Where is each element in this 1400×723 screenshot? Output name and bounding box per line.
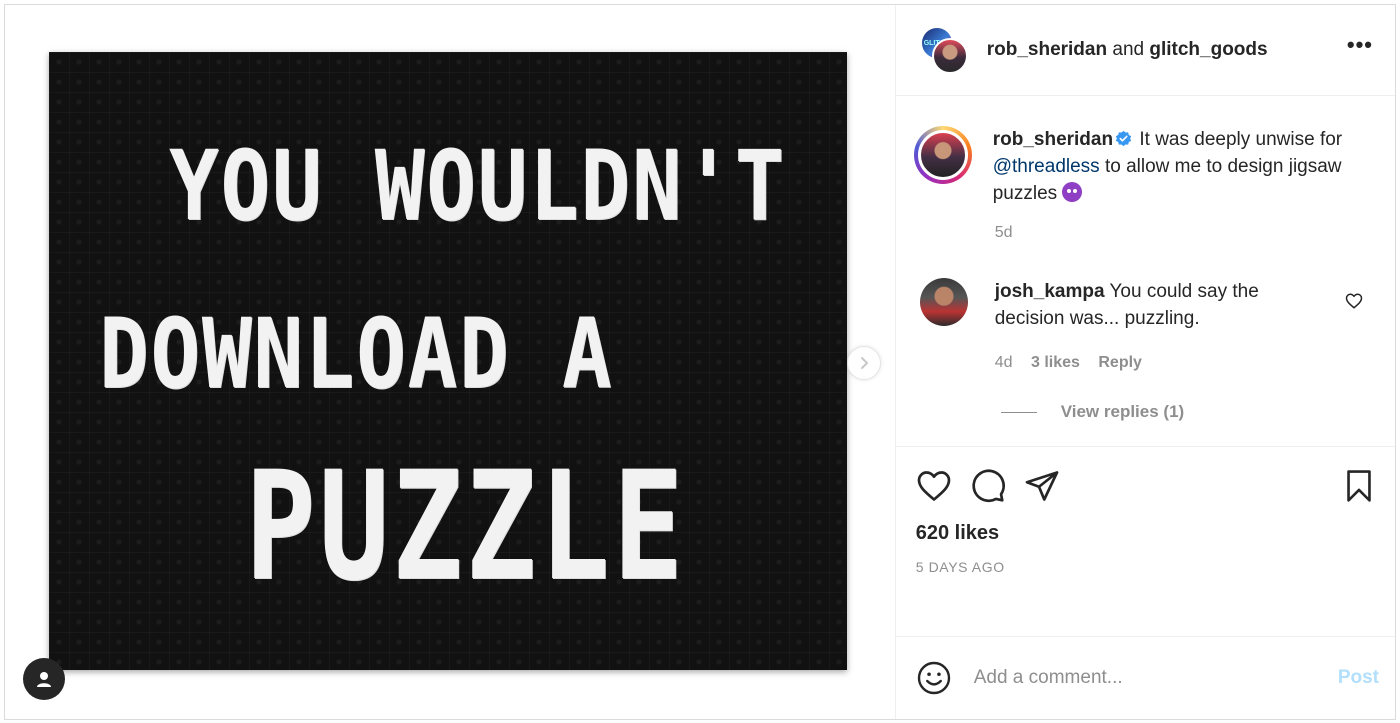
reply-button[interactable]: Reply (1098, 354, 1142, 371)
chevron-right-icon (861, 357, 868, 369)
header-user1-link[interactable]: rob_sheridan (987, 39, 1107, 60)
heart-icon (917, 471, 951, 501)
mention-link[interactable]: @threadless (993, 156, 1100, 177)
comment-likes-link[interactable]: 3 likes (1031, 354, 1080, 371)
verified-badge-icon (1115, 130, 1132, 147)
save-button[interactable] (1343, 469, 1375, 508)
comment-bubble-icon (972, 469, 1005, 503)
header-and: and (1112, 39, 1145, 60)
view-replies-label: View replies (1) (1060, 402, 1185, 421)
post-container: YOU WOULDN'T DOWNLOAD A PUZZLE GLITCH ro… (4, 4, 1396, 720)
more-options-button[interactable]: ••• (1347, 34, 1373, 56)
view-replies-button[interactable]: View replies (1) (1000, 402, 1375, 422)
heart-outline-icon (1345, 293, 1363, 309)
caption-text: rob_sheridan It was deeply unwise for @t… (993, 126, 1375, 207)
caption: rob_sheridan It was deeply unwise for @t… (913, 126, 1375, 207)
add-comment-bar: Post (895, 636, 1395, 719)
caption-meta: 5d (995, 224, 1375, 242)
post-actions: 620 likes 5 DAYS AGO (895, 446, 1395, 636)
share-button[interactable] (1024, 468, 1060, 504)
comment-item: josh_kampa You could say the decision wa… (916, 278, 1375, 332)
next-image-button[interactable] (847, 346, 881, 380)
header-user2-link[interactable]: glitch_goods (1149, 39, 1267, 60)
post-timestamp[interactable]: 5 DAYS AGO (916, 559, 1375, 575)
action-icons (916, 465, 1375, 507)
comment-username[interactable]: josh_kampa (995, 281, 1105, 302)
post-sidebar: GLITCH rob_sheridan and glitch_goods •••… (894, 5, 1395, 719)
post-media: YOU WOULDN'T DOWNLOAD A PUZZLE (5, 5, 895, 719)
commenter-avatar[interactable] (919, 278, 968, 326)
paper-plane-icon (1025, 471, 1059, 501)
puzzle-text-line-3: PUZZLE (245, 440, 687, 614)
comment-text: josh_kampa You could say the decision wa… (995, 278, 1325, 332)
comments-section: rob_sheridan It was deeply unwise for @t… (896, 96, 1395, 446)
caption-username[interactable]: rob_sheridan (993, 129, 1113, 150)
caption-avatar[interactable] (913, 126, 972, 184)
comment-time[interactable]: 4d (995, 354, 1013, 371)
collab-avatars[interactable]: GLITCH (916, 22, 972, 78)
emoji-picker-button[interactable] (916, 660, 952, 696)
comment-button[interactable] (970, 468, 1006, 504)
puzzle-text-line-1: YOU WOULDN'T (169, 130, 787, 242)
post-comment-button[interactable]: Post (1338, 667, 1379, 689)
caption-body-a: It was deeply unwise for (1134, 129, 1343, 150)
more-icon: ••• (1346, 32, 1373, 57)
smiley-icon (917, 661, 950, 695)
likes-count[interactable]: 620 likes (916, 522, 1375, 545)
bookmark-icon (1347, 470, 1371, 502)
puzzle-text-line-2: DOWNLOAD A (99, 298, 614, 410)
like-button[interactable] (916, 468, 952, 504)
user-icon (37, 672, 51, 687)
replies-divider (1000, 411, 1037, 413)
rob-sheridan-avatar-small (931, 38, 968, 74)
post-header: GLITCH rob_sheridan and glitch_goods ••• (895, 5, 1395, 96)
caption-time[interactable]: 5d (995, 224, 1013, 241)
like-comment-button[interactable] (1345, 292, 1363, 315)
comment-meta: 4d 3 likes Reply (995, 354, 1375, 372)
smiling-imp-emoji-icon (1062, 182, 1083, 202)
tagged-users-button[interactable] (23, 658, 65, 700)
comment-input[interactable] (973, 667, 1328, 689)
avatar-image (917, 130, 968, 180)
puzzle-image: YOU WOULDN'T DOWNLOAD A PUZZLE (49, 52, 847, 670)
header-usernames: rob_sheridan and glitch_goods (987, 39, 1268, 61)
